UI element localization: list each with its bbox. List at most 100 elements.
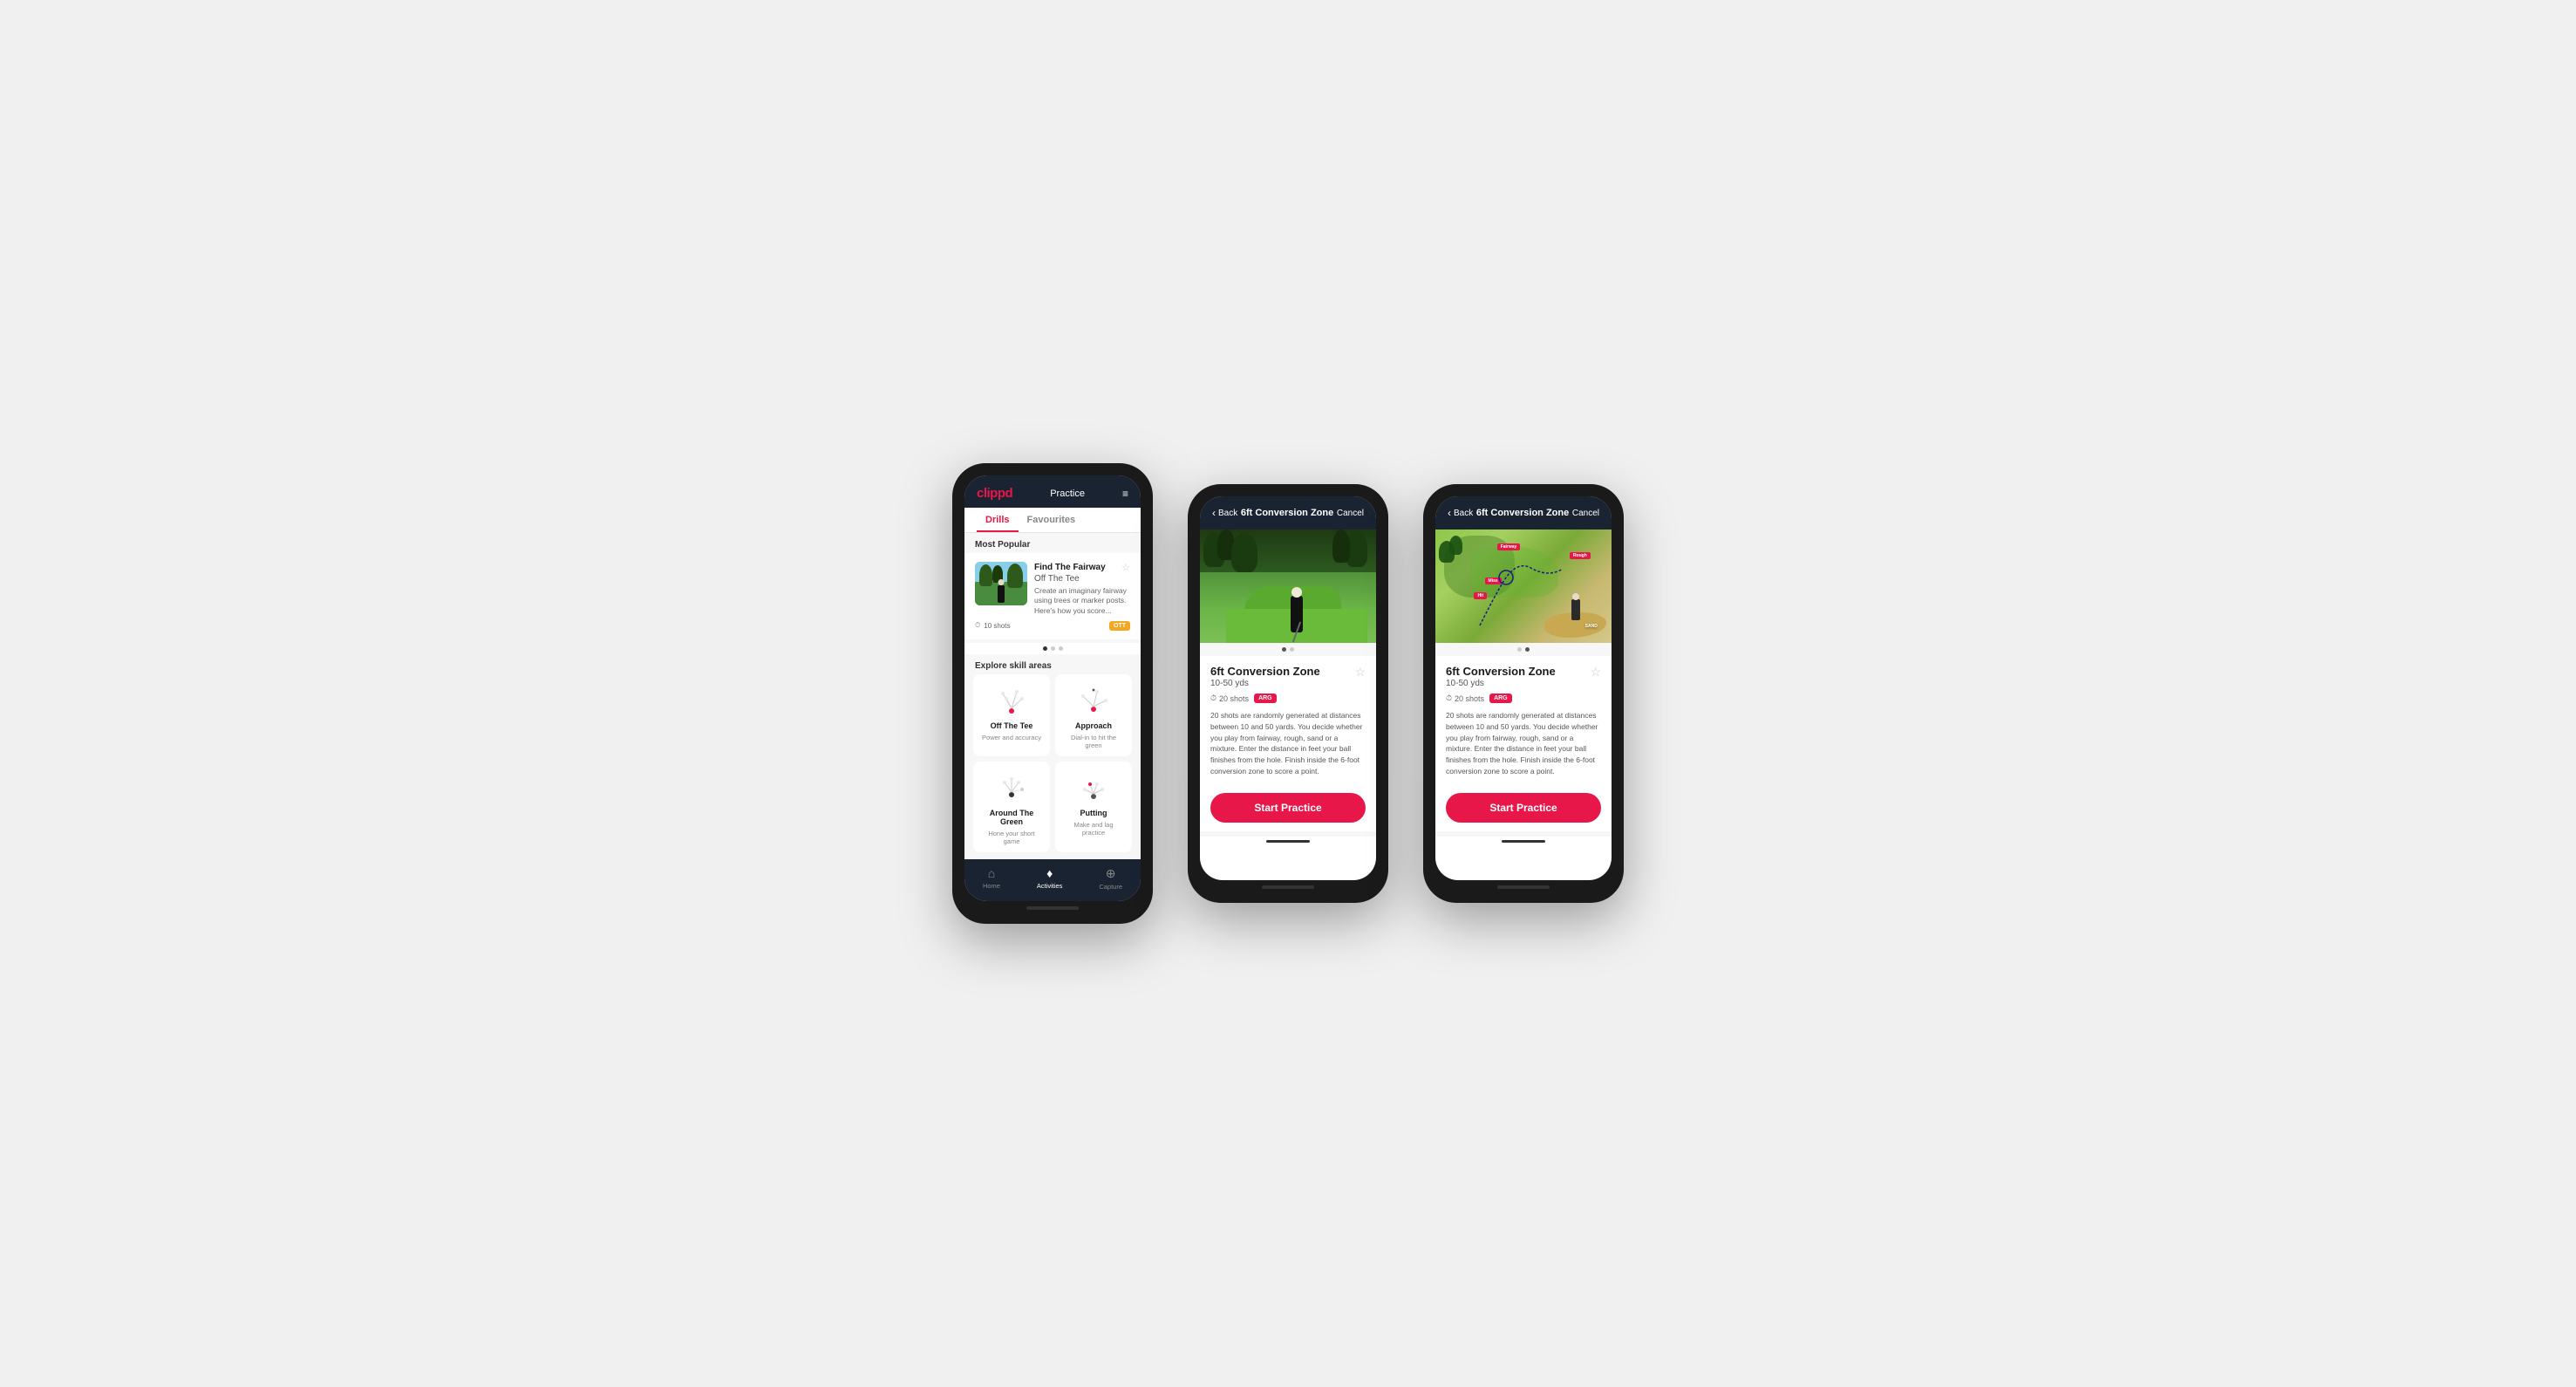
- drill-subtitle: Off The Tee: [1034, 573, 1106, 584]
- phone-1: clippd Practice ≡ Drills Favourites Most…: [952, 463, 1153, 923]
- capture-icon: ⊕: [1106, 866, 1116, 881]
- image-dots-3: [1435, 643, 1612, 656]
- skill-name-atg: Around The Green: [980, 809, 1043, 826]
- drill-meta: ⏱ 20 shots ARG: [1210, 694, 1366, 703]
- dot-3[interactable]: [1059, 646, 1063, 651]
- menu-icon[interactable]: ≡: [1122, 488, 1128, 500]
- phone-2: ‹ Back 6ft Conversion Zone Cancel: [1188, 484, 1388, 903]
- drill-range: 10-50 yds: [1210, 679, 1320, 688]
- skill-name-ott: Off The Tee: [991, 721, 1033, 730]
- app-header: clippd Practice ≡: [964, 475, 1141, 508]
- app-logo: clippd: [977, 486, 1012, 501]
- ott-badge: OTT: [1109, 621, 1130, 631]
- drill-description: Create an imaginary fairway using trees …: [1034, 586, 1130, 615]
- home-indicator-3: [1497, 885, 1550, 889]
- img-dot-1[interactable]: [1282, 647, 1286, 652]
- back-button-3[interactable]: ‹ Back: [1448, 507, 1473, 519]
- main-content: Most Popular: [964, 533, 1141, 858]
- drill-title: Find The Fairway: [1034, 562, 1106, 573]
- drill-meta-3: ⏱ 20 shots ARG: [1446, 694, 1601, 703]
- favourite-star-icon[interactable]: ☆: [1121, 562, 1130, 573]
- shots-badge: ⏱ 20 shots: [1210, 694, 1249, 703]
- nav-activities[interactable]: ♦ Activities: [1037, 866, 1063, 891]
- img-dot-3-1[interactable]: [1517, 647, 1522, 652]
- shots-count: 20 shots: [1219, 694, 1249, 703]
- start-practice-button[interactable]: Start Practice: [1210, 793, 1366, 823]
- drill-thumbnail: [975, 562, 1027, 605]
- skill-grid: Off The Tee Power and accuracy: [964, 674, 1141, 859]
- back-label: Back: [1218, 509, 1237, 518]
- tab-favourites[interactable]: Favourites: [1019, 508, 1085, 532]
- back-button[interactable]: ‹ Back: [1212, 507, 1237, 519]
- drill-footer: ⏱ 10 shots OTT: [975, 621, 1130, 631]
- skill-card-approach[interactable]: Approach Dial-in to hit the green: [1055, 674, 1132, 756]
- cancel-button-3[interactable]: Cancel: [1572, 509, 1599, 518]
- phone-3: ‹ Back 6ft Conversion Zone Cancel: [1423, 484, 1624, 903]
- skill-name-approach: Approach: [1075, 721, 1112, 730]
- shots-count-3: 20 shots: [1455, 694, 1484, 703]
- clock-icon-2: ⏱: [1210, 694, 1216, 703]
- detail-header-3: ‹ Back 6ft Conversion Zone Cancel: [1435, 496, 1612, 530]
- home-indicator-2: [1262, 885, 1314, 889]
- nav-capture[interactable]: ⊕ Capture: [1099, 866, 1122, 891]
- atg-skill-icon: [991, 770, 1032, 805]
- arg-badge-3: ARG: [1489, 694, 1512, 703]
- start-practice-button-3[interactable]: Start Practice: [1446, 793, 1601, 823]
- skill-desc-putting: Make and lag practice: [1062, 821, 1125, 837]
- nav-home-label: Home: [983, 882, 1000, 890]
- back-label-3: Back: [1454, 509, 1473, 518]
- favourite-icon-3[interactable]: ☆: [1590, 665, 1601, 680]
- skill-card-putting[interactable]: Putting Make and lag practice: [1055, 762, 1132, 852]
- shots-info: ⏱ 10 shots: [975, 621, 1011, 630]
- home-indicator: [1026, 906, 1079, 910]
- activities-icon: ♦: [1046, 866, 1053, 880]
- featured-drill-card[interactable]: Find The Fairway Off The Tee ☆ Create an…: [964, 553, 1141, 639]
- skill-card-atg[interactable]: Around The Green Hone your short game: [973, 762, 1050, 852]
- cancel-button[interactable]: Cancel: [1337, 509, 1364, 518]
- ott-skill-icon: [991, 683, 1032, 718]
- shots-count: 10 shots: [984, 622, 1010, 630]
- clock-icon: ⏱: [975, 621, 980, 630]
- clock-icon-3: ⏱: [1446, 694, 1452, 703]
- putting-skill-icon: [1073, 770, 1114, 805]
- most-popular-label: Most Popular: [964, 533, 1141, 553]
- nav-home[interactable]: ⌂ Home: [983, 866, 1000, 891]
- map-illustration: SAND Fairway Rough Miss Hit: [1435, 530, 1612, 643]
- skill-desc-atg: Hone your short game: [980, 830, 1043, 845]
- screen-title-3: 6ft Conversion Zone: [1476, 508, 1569, 518]
- drill-info-panel-3: 6ft Conversion Zone 10-50 yds ☆ ⏱ 20 sho…: [1435, 656, 1612, 786]
- skill-card-ott[interactable]: Off The Tee Power and accuracy: [973, 674, 1050, 756]
- chevron-left-icon-3: ‹: [1448, 507, 1451, 519]
- nav-label: Practice: [1050, 489, 1085, 499]
- drill-info: Find The Fairway Off The Tee ☆ Create an…: [1034, 562, 1130, 615]
- skill-desc-ott: Power and accuracy: [982, 734, 1041, 741]
- shots-badge-3: ⏱ 20 shots: [1446, 694, 1484, 703]
- dot-2[interactable]: [1051, 646, 1055, 651]
- img-dot-3-2[interactable]: [1525, 647, 1530, 652]
- carousel-dots: [964, 643, 1141, 654]
- drill-name: 6ft Conversion Zone: [1210, 665, 1320, 678]
- image-dots: [1200, 643, 1376, 656]
- explore-label: Explore skill areas: [964, 654, 1141, 674]
- img-dot-2[interactable]: [1290, 647, 1294, 652]
- skill-name-putting: Putting: [1080, 809, 1107, 817]
- skill-desc-approach: Dial-in to hit the green: [1062, 734, 1125, 749]
- home-icon: ⌂: [988, 866, 995, 880]
- tab-drills[interactable]: Drills: [977, 508, 1019, 532]
- screen-title: 6ft Conversion Zone: [1241, 508, 1333, 518]
- tab-bar: Drills Favourites: [964, 508, 1141, 533]
- drill-range-3: 10-50 yds: [1446, 679, 1556, 688]
- favourite-icon[interactable]: ☆: [1354, 665, 1366, 680]
- explore-section: Explore skill areas: [964, 654, 1141, 859]
- drill-info-panel: 6ft Conversion Zone 10-50 yds ☆ ⏱ 20 sho…: [1200, 656, 1376, 786]
- drill-desc-3: 20 shots are randomly generated at dista…: [1446, 710, 1601, 777]
- drill-photo: [1200, 530, 1376, 643]
- approach-skill-icon: [1073, 683, 1114, 718]
- drill-name-3: 6ft Conversion Zone: [1446, 665, 1556, 678]
- detail-header: ‹ Back 6ft Conversion Zone Cancel: [1200, 496, 1376, 530]
- nav-activities-label: Activities: [1037, 882, 1063, 890]
- chevron-left-icon: ‹: [1212, 507, 1216, 519]
- nav-capture-label: Capture: [1099, 883, 1122, 891]
- arg-badge: ARG: [1254, 694, 1277, 703]
- dot-1[interactable]: [1043, 646, 1047, 651]
